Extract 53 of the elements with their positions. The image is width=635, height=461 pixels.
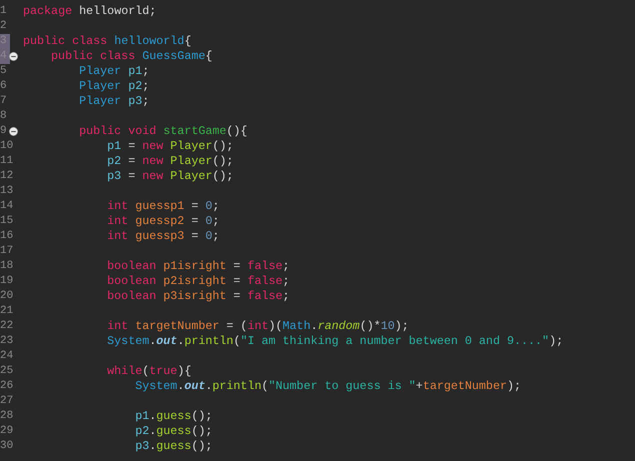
code-line: while(true){ bbox=[107, 364, 192, 379]
code-line: boolean p2isright = false; bbox=[107, 274, 290, 289]
code-line: p2.guess(); bbox=[135, 424, 212, 439]
line-number: 8 bbox=[0, 109, 7, 124]
code-line: Player p1; bbox=[79, 64, 150, 79]
line-number: 21 bbox=[0, 304, 14, 319]
collapse-icon[interactable] bbox=[9, 52, 18, 61]
line-number: 15 bbox=[0, 214, 14, 229]
line-number: 28 bbox=[0, 409, 14, 424]
code-line: int guessp2 = 0; bbox=[107, 214, 220, 229]
code-line: public class helloworld{ bbox=[23, 34, 192, 49]
code-line: Player p3; bbox=[79, 94, 150, 109]
code-line: public class GuessGame{ bbox=[51, 49, 212, 64]
code-line: boolean p3isright = false; bbox=[107, 289, 290, 304]
code-line: p1.guess(); bbox=[135, 409, 212, 424]
line-number: 13 bbox=[0, 184, 14, 199]
code-line: package helloworld; bbox=[23, 4, 156, 19]
collapse-icon[interactable] bbox=[9, 127, 18, 136]
line-number: 11 bbox=[0, 154, 14, 169]
line-number: 18 bbox=[0, 259, 14, 274]
code-line: p3 = new Player(); bbox=[107, 169, 234, 184]
code-line: int guessp1 = 0; bbox=[107, 199, 220, 214]
line-number: 14 bbox=[0, 199, 14, 214]
code-line: System.out.println("Number to guess is "+targetNumber); bbox=[135, 379, 522, 394]
line-number: 10 bbox=[0, 139, 14, 154]
code-line: int guessp3 = 0; bbox=[107, 229, 220, 244]
line-number: 20 bbox=[0, 289, 14, 304]
code-line: p2 = new Player(); bbox=[107, 154, 234, 169]
line-number: 27 bbox=[0, 394, 14, 409]
line-number: 30 bbox=[0, 439, 14, 454]
code-line: Player p2; bbox=[79, 79, 150, 94]
code-line: boolean p1isright = false; bbox=[107, 259, 290, 274]
line-number: 26 bbox=[0, 379, 14, 394]
code-line: int targetNumber = (int)(Math.random()*10); bbox=[107, 319, 409, 334]
code-line: p3.guess(); bbox=[135, 439, 212, 454]
line-number: 6 bbox=[0, 79, 7, 94]
line-number: 7 bbox=[0, 94, 7, 109]
line-number: 23 bbox=[0, 334, 14, 349]
line-number: 2 bbox=[0, 19, 7, 34]
code-line: public void startGame(){ bbox=[79, 124, 248, 139]
line-number: 1 bbox=[0, 4, 7, 19]
line-number: 5 bbox=[0, 64, 7, 79]
line-number: 22 bbox=[0, 319, 14, 334]
line-number: 25 bbox=[0, 364, 14, 379]
line-number: 29 bbox=[0, 424, 14, 439]
line-number: 19 bbox=[0, 274, 14, 289]
line-number: 12 bbox=[0, 169, 14, 184]
line-number: 16 bbox=[0, 229, 14, 244]
code-line: p1 = new Player(); bbox=[107, 139, 234, 154]
code-line: System.out.println("I am thinking a number between 0 and 9...."); bbox=[107, 334, 564, 349]
line-number: 9 bbox=[0, 124, 7, 139]
line-number: 24 bbox=[0, 349, 14, 364]
line-number: 17 bbox=[0, 244, 14, 259]
